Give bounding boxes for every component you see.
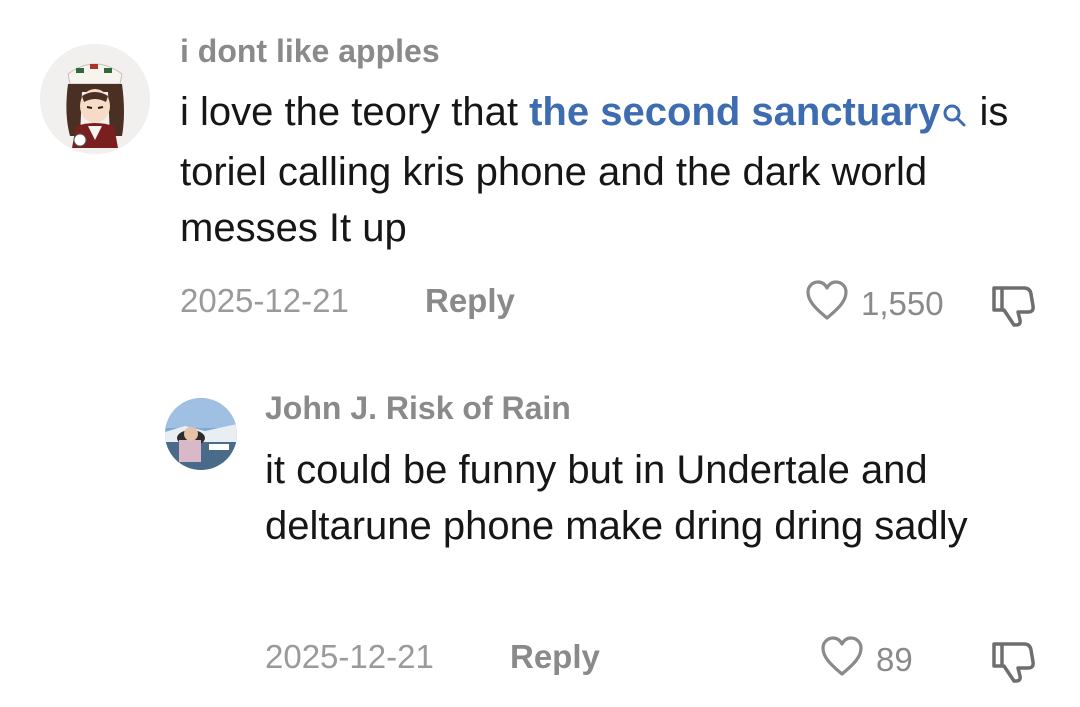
comment-date: 2025-12-21 — [265, 638, 434, 675]
reply-comment: John J. Risk of Rain it could be funny b… — [0, 370, 1080, 707]
dislike-button[interactable] — [990, 638, 1038, 689]
search-icon — [942, 88, 968, 144]
reply-button[interactable]: Reply — [425, 282, 515, 320]
comment-date: 2025-12-21 — [180, 282, 349, 319]
comment-text: i love the teory that the second sanctua… — [180, 84, 1040, 256]
thumbs-down-icon — [990, 642, 1038, 688]
like-button[interactable]: 89 — [820, 636, 913, 683]
search-link[interactable]: the second sanctuary — [529, 90, 968, 134]
thumbs-down-icon — [990, 286, 1038, 332]
like-count: 89 — [876, 640, 913, 678]
avatar[interactable] — [165, 398, 237, 470]
heart-outline-icon — [820, 636, 864, 683]
comment-text-before: i love the teory that — [180, 90, 530, 134]
username[interactable]: John J. Risk of Rain — [265, 390, 571, 427]
search-link-label: the second sanctuary — [529, 90, 941, 134]
like-count: 1,550 — [861, 284, 944, 322]
avatar[interactable] — [40, 44, 150, 154]
landscape-photo-avatar-icon — [165, 398, 237, 470]
reply-button[interactable]: Reply — [510, 638, 600, 676]
anime-character-avatar-icon — [40, 44, 150, 154]
comment: i dont like apples i love the teory that… — [0, 0, 1080, 340]
dislike-button[interactable] — [990, 282, 1038, 333]
comment-text: it could be funny but in Undertale and d… — [265, 448, 968, 548]
username[interactable]: i dont like apples — [180, 33, 440, 70]
like-button[interactable]: 1,550 — [805, 280, 944, 327]
heart-outline-icon — [805, 280, 849, 327]
